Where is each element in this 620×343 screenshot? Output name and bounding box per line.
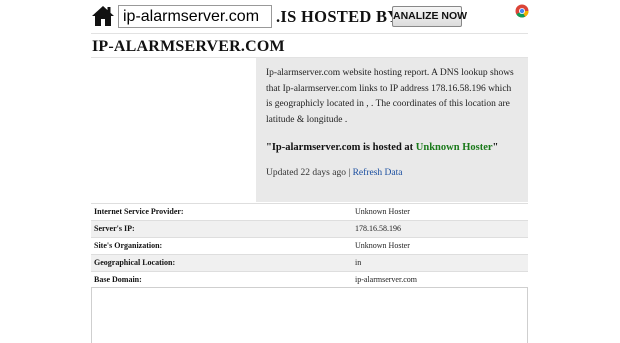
updated-text: Updated 22 days ago |	[266, 168, 353, 178]
info-table: Internet Service Provider: Unknown Hoste…	[91, 203, 528, 288]
home-icon[interactable]	[91, 5, 115, 27]
table-row: Site's Organization: Unknown Hoster	[91, 237, 528, 254]
header-divider	[91, 33, 528, 34]
report-box: Ip-alarmserver.com website hosting repor…	[256, 58, 528, 202]
content-frame	[91, 287, 528, 343]
table-row: Server's IP: 178.16.58.196	[91, 220, 528, 237]
updated-line: Updated 22 days ago | Refresh Data	[266, 168, 518, 178]
row-label: Geographical Location:	[94, 258, 176, 267]
row-label: Site's Organization:	[94, 241, 163, 250]
hoster-name: Unknown Hoster	[415, 142, 493, 153]
hosted-at-line: "Ip-alarmserver.com is hosted at Unknown…	[266, 142, 518, 153]
row-label: Base Domain:	[94, 275, 142, 284]
table-row: Internet Service Provider: Unknown Hoste…	[91, 203, 528, 220]
refresh-data-link[interactable]: Refresh Data	[353, 168, 403, 178]
table-row: Base Domain: ip-alarmserver.com	[91, 271, 528, 288]
row-value: Unknown Hoster	[355, 207, 410, 216]
row-label: Internet Service Provider:	[94, 207, 184, 216]
row-label: Server's IP:	[94, 224, 135, 233]
hosted-suffix: "	[492, 142, 499, 153]
report-description: Ip-alarmserver.com website hosting repor…	[266, 68, 514, 125]
hosted-prefix: "Ip-alarmserver.com is hosted at	[266, 142, 416, 153]
row-value: 178.16.58.196	[355, 224, 401, 233]
row-value: in	[355, 258, 362, 267]
domain-input[interactable]: ip-alarmserver.com	[118, 5, 272, 28]
top-bar: ip-alarmserver.com .IS HOSTED BY . . . A…	[0, 0, 620, 34]
row-value: ip-alarmserver.com	[355, 275, 417, 284]
chrome-icon[interactable]	[515, 4, 529, 18]
row-value: Unknown Hoster	[355, 241, 410, 250]
table-row: Geographical Location: in	[91, 254, 528, 271]
page-title: IP-ALARMSERVER.COM	[92, 38, 285, 55]
analyze-now-button[interactable]: ANALIZE NOW	[392, 6, 467, 27]
